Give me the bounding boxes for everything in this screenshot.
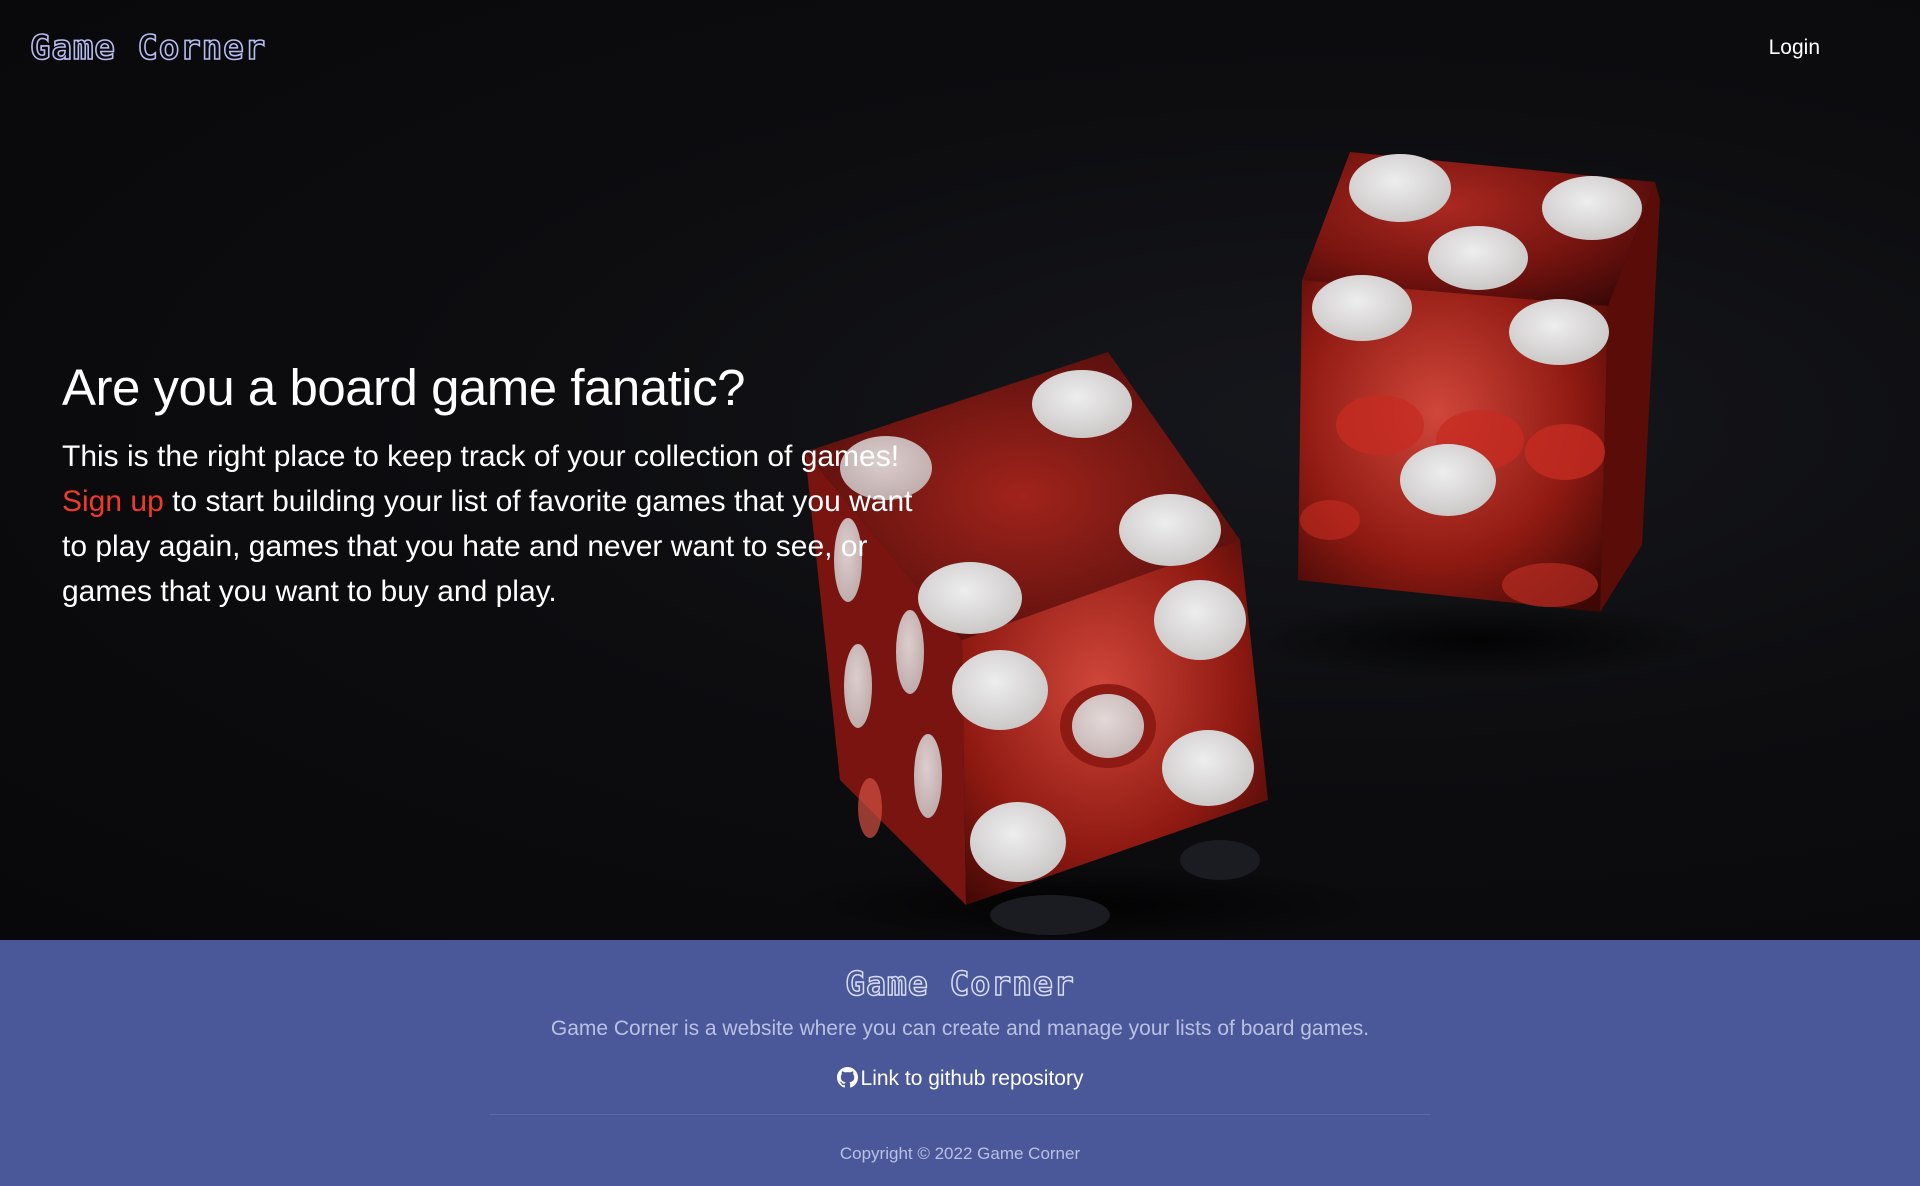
github-repo-link[interactable]: Link to github repository <box>0 1064 1920 1094</box>
hero-title: Are you a board game fanatic? <box>62 359 745 416</box>
hero-line-2-text: to start building your list of favorite … <box>163 485 913 518</box>
page: Game Corner Login Are you a board game f… <box>0 0 1920 1186</box>
signup-link[interactable]: Sign up <box>62 485 164 518</box>
github-icon <box>836 1067 858 1088</box>
hero-line-2: Sign up to start building your list of f… <box>62 479 962 524</box>
navbar: Game Corner Login <box>0 0 1920 96</box>
footer-description: Game Corner is a website where you can c… <box>550 1017 1370 1040</box>
github-link-label: Link to github repository <box>860 1067 1084 1090</box>
login-link[interactable]: Login <box>1769 35 1820 61</box>
hero-section: Game Corner Login Are you a board game f… <box>0 0 1920 940</box>
footer: Game Corner Game Corner is a website whe… <box>0 940 1920 1186</box>
brand-logo-link[interactable]: Game Corner <box>29 26 266 70</box>
footer-divider <box>490 1114 1430 1115</box>
footer-brand: Game Corner <box>844 963 1075 1004</box>
hero-copy: Are you a board game fanatic? This is th… <box>62 356 962 614</box>
hero-description: This is the right place to keep track of… <box>62 434 962 614</box>
copyright-text: Copyright © 2022 Game Corner <box>839 1144 1081 1163</box>
hero-line-1: This is the right place to keep track of… <box>62 440 900 473</box>
hero-line-4: games that you want to buy and play. <box>62 575 557 608</box>
hero-line-3: to play again, games that you hate and n… <box>62 530 868 563</box>
back-die <box>1298 152 1660 612</box>
